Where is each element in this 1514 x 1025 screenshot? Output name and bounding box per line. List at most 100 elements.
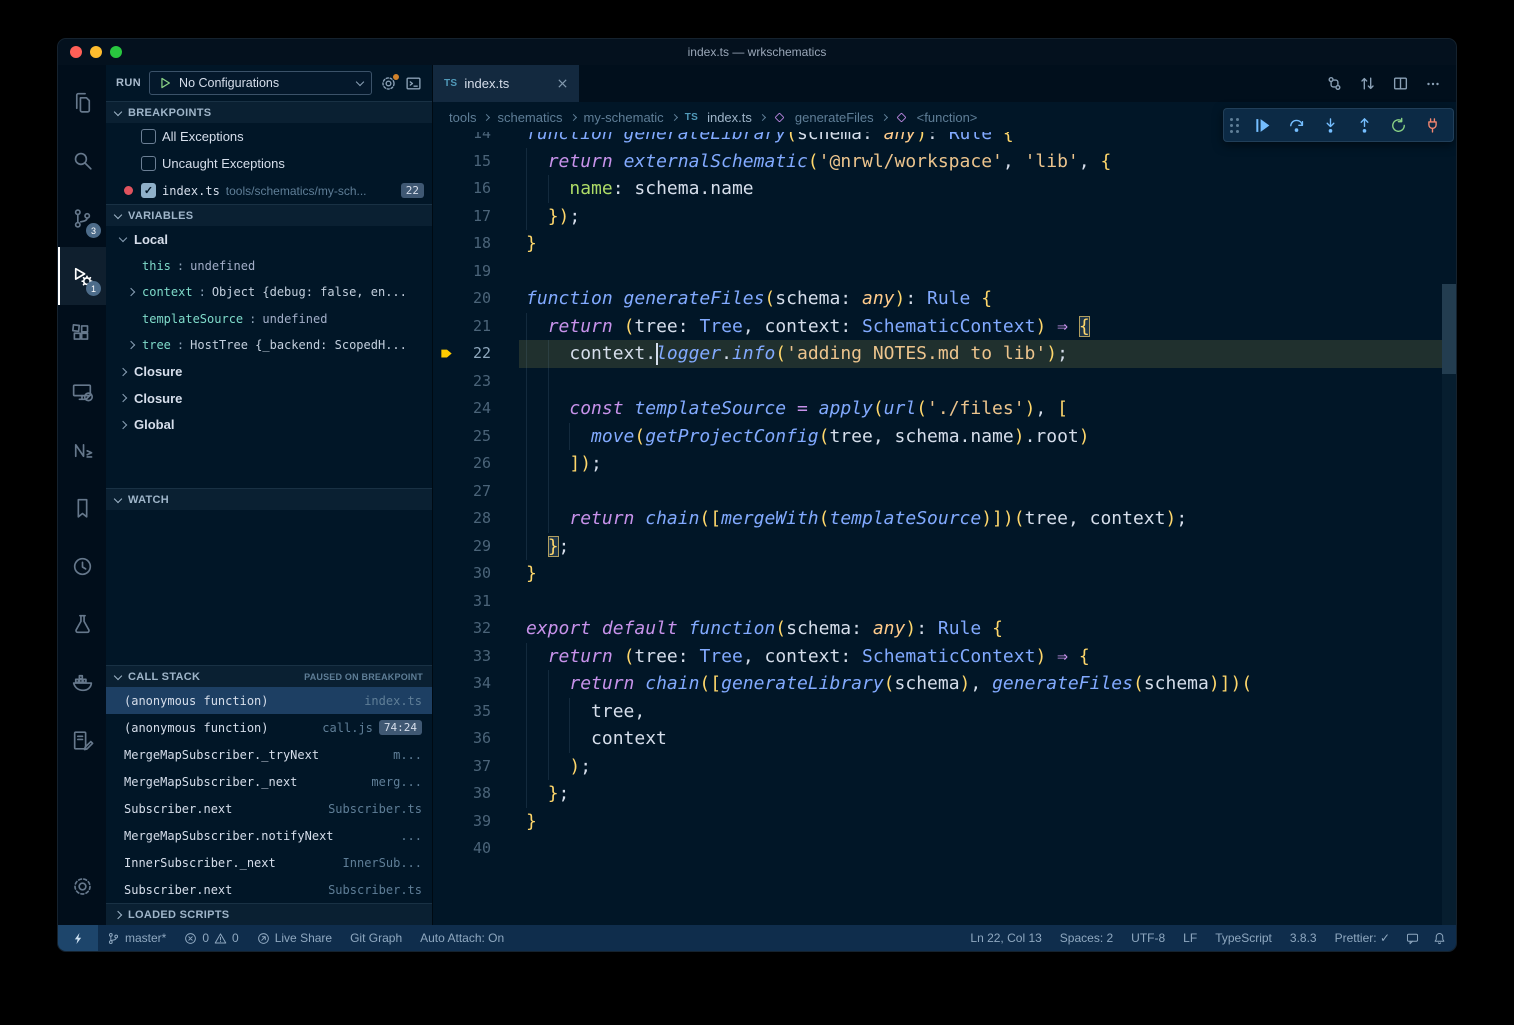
variable-item[interactable]: this: undefined — [106, 253, 432, 280]
step-out-button[interactable] — [1347, 110, 1381, 140]
restart-button[interactable] — [1381, 110, 1415, 140]
code-line[interactable]: 30} — [433, 560, 1442, 588]
cursor-position-status[interactable]: Ln 22, Col 13 — [961, 925, 1050, 951]
breakpoint-item[interactable]: All Exceptions — [106, 123, 432, 150]
code-text[interactable]: return (tree: Tree, context: SchematicCo… — [519, 643, 1442, 671]
gutter-glyph-margin[interactable] — [433, 203, 459, 231]
activity-item-search[interactable] — [58, 131, 106, 189]
call-stack-frame[interactable]: InnerSubscriber._nextInnerSub... — [106, 849, 432, 876]
code-text[interactable]: }); — [519, 203, 1442, 231]
code-text[interactable]: ); — [519, 753, 1442, 781]
gutter-glyph-margin[interactable] — [433, 670, 459, 698]
code-line[interactable]: 28 return chain([mergeWith(templateSourc… — [433, 505, 1442, 533]
gutter-glyph-margin[interactable] — [433, 132, 459, 148]
gutter-glyph-margin[interactable] — [433, 450, 459, 478]
code-text[interactable] — [519, 588, 1442, 616]
open-changes-icon[interactable] — [1326, 75, 1343, 92]
watch-section-header[interactable]: WATCH — [106, 488, 432, 510]
activity-item-notebook-edit[interactable] — [58, 711, 106, 769]
gutter-glyph-margin[interactable] — [433, 313, 459, 341]
scrollbar-thumb[interactable] — [1442, 284, 1456, 374]
breadcrumb-item-6[interactable]: <function> — [895, 110, 978, 125]
more-actions-icon[interactable] — [1425, 76, 1441, 92]
gutter-glyph-margin[interactable] — [433, 835, 459, 863]
code-line[interactable]: 37 ); — [433, 753, 1442, 781]
gutter-glyph-margin[interactable] — [433, 533, 459, 561]
minimize-window-button[interactable] — [90, 46, 102, 58]
gutter-glyph-margin[interactable] — [433, 615, 459, 643]
gutter-glyph-margin[interactable] — [433, 478, 459, 506]
call-stack-frame[interactable]: (anonymous function)index.ts — [106, 687, 432, 714]
variable-scope[interactable]: Local — [106, 226, 432, 253]
code-text[interactable]: return (tree: Tree, context: SchematicCo… — [519, 313, 1442, 341]
editor-scrollbar[interactable] — [1442, 132, 1456, 925]
variable-item[interactable]: context: Object {debug: false, en... — [106, 279, 432, 306]
call-stack-frame[interactable]: Subscriber.nextSubscriber.ts — [106, 795, 432, 822]
code-text[interactable] — [519, 835, 1442, 863]
title-bar[interactable]: index.ts — wrkschematics — [58, 39, 1456, 65]
code-line[interactable]: 29 }; — [433, 533, 1442, 561]
code-line[interactable]: 27 — [433, 478, 1442, 506]
debug-settings-gear-icon[interactable] — [380, 75, 397, 92]
activity-item-clock[interactable] — [58, 537, 106, 595]
breadcrumb-item-1[interactable]: tools — [449, 110, 476, 125]
code-line[interactable]: 36 context — [433, 725, 1442, 753]
zoom-window-button[interactable] — [110, 46, 122, 58]
code-text[interactable]: } — [519, 560, 1442, 588]
code-text[interactable]: context.logger.info('adding NOTES.md to … — [519, 340, 1442, 368]
call-stack-frame[interactable]: Subscriber.nextSubscriber.ts — [106, 876, 432, 903]
activity-item-docker[interactable] — [58, 653, 106, 711]
code-line[interactable]: 21 return (tree: Tree, context: Schemati… — [433, 313, 1442, 341]
toolbar-drag-handle[interactable] — [1230, 118, 1239, 133]
code-line[interactable]: 17 }); — [433, 203, 1442, 231]
call-stack-frame[interactable]: MergeMapSubscriber._nextmerg... — [106, 768, 432, 795]
gutter-glyph-margin[interactable] — [433, 780, 459, 808]
code-text[interactable]: context — [519, 725, 1442, 753]
code-text[interactable]: ]); — [519, 450, 1442, 478]
activity-item-nx-console[interactable] — [58, 421, 106, 479]
code-text[interactable]: }; — [519, 533, 1442, 561]
code-line[interactable]: 34 return chain([generateLibrary(schema)… — [433, 670, 1442, 698]
problems-status[interactable]: 0 0 — [175, 925, 247, 951]
indentation-status[interactable]: Spaces: 2 — [1051, 925, 1122, 951]
live-share-status[interactable]: Live Share — [248, 925, 341, 951]
code-text[interactable] — [519, 478, 1442, 506]
variable-scope[interactable]: Closure — [106, 359, 432, 386]
gutter-glyph-margin[interactable] — [433, 368, 459, 396]
code-line[interactable]: 15 return externalSchematic('@nrwl/works… — [433, 148, 1442, 176]
code-text[interactable]: } — [519, 808, 1442, 836]
prettier-status[interactable]: Prettier: ✓ — [1326, 925, 1399, 951]
start-debug-icon[interactable] — [158, 76, 172, 90]
continue-button[interactable] — [1245, 110, 1279, 140]
encoding-status[interactable]: UTF-8 — [1122, 925, 1174, 951]
close-tab-icon[interactable] — [557, 78, 568, 89]
current-line-arrow-icon[interactable] — [433, 340, 459, 368]
activity-item-explorer[interactable] — [58, 73, 106, 131]
code-line[interactable]: 31 — [433, 588, 1442, 616]
code-line[interactable]: 19 — [433, 258, 1442, 286]
activity-item-bookmarks[interactable] — [58, 479, 106, 537]
gutter-glyph-margin[interactable] — [433, 505, 459, 533]
breakpoint-item[interactable]: Uncaught Exceptions — [106, 150, 432, 177]
breadcrumb-item-5[interactable]: generateFiles — [773, 110, 874, 125]
scrollbar-track[interactable] — [1442, 284, 1456, 925]
gutter-glyph-margin[interactable] — [433, 698, 459, 726]
code-text[interactable] — [519, 368, 1442, 396]
auto-attach-status[interactable]: Auto Attach: On — [411, 925, 513, 951]
language-mode-status[interactable]: TypeScript — [1206, 925, 1281, 951]
git-graph-status[interactable]: Git Graph — [341, 925, 411, 951]
code-line[interactable]: 39} — [433, 808, 1442, 836]
code-line[interactable]: 38 }; — [433, 780, 1442, 808]
eol-status[interactable]: LF — [1174, 925, 1206, 951]
code-line[interactable]: 32export default function(schema: any): … — [433, 615, 1442, 643]
checkbox[interactable] — [141, 156, 156, 171]
launch-config-dropdown[interactable]: No Configurations — [149, 71, 372, 95]
checkbox[interactable] — [141, 129, 156, 144]
breadcrumb-item-3[interactable]: my-schematic — [584, 110, 664, 125]
gutter-glyph-margin[interactable] — [433, 753, 459, 781]
code-text[interactable]: return chain([generateLibrary(schema), g… — [519, 670, 1442, 698]
loaded-scripts-section-header[interactable]: LOADED SCRIPTS — [106, 903, 432, 925]
tab-index-ts[interactable]: TS index.ts — [433, 65, 579, 102]
code-text[interactable]: function generateFiles(schema: any): Rul… — [519, 285, 1442, 313]
gutter-glyph-margin[interactable] — [433, 230, 459, 258]
